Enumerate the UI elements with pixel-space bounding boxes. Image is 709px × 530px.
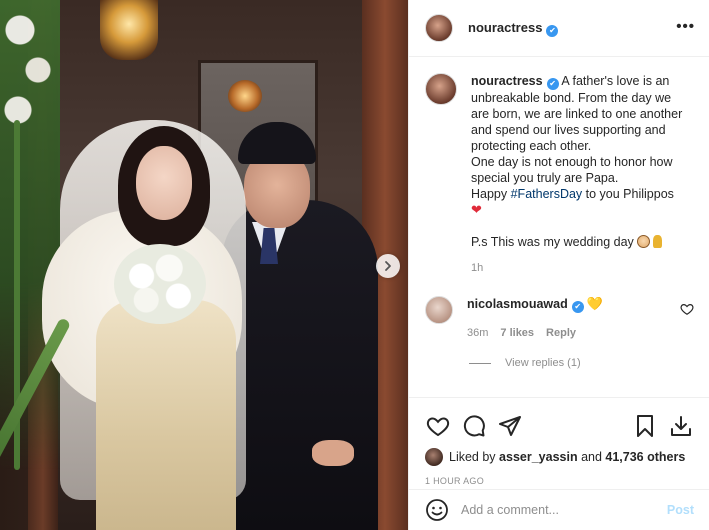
photo-lamp xyxy=(100,0,158,60)
paper-plane-icon xyxy=(499,416,521,436)
post-timestamp[interactable]: 1 HOUR AGO xyxy=(425,476,694,486)
likes-count[interactable]: 41,736 others xyxy=(605,450,685,464)
heart-icon xyxy=(426,417,450,437)
smile-icon[interactable] xyxy=(425,498,449,522)
commenter-avatar[interactable] xyxy=(425,296,453,324)
red-heart-emoji-icon: ❤ xyxy=(471,202,482,217)
hashtag-link[interactable]: #FathersDay xyxy=(511,187,583,201)
caption-line-2: are born, we are linked to one another xyxy=(471,107,683,121)
like-button[interactable] xyxy=(425,413,451,439)
verified-badge-icon: ✔ xyxy=(546,78,559,90)
bookmark-icon xyxy=(637,415,653,437)
caption-line-4: protecting each other. xyxy=(471,139,592,153)
photo-dress xyxy=(96,300,236,530)
caption-time[interactable]: 1h xyxy=(471,260,694,276)
comment: nicolasmouawad ✔ 💛 36m 7 likes Reply xyxy=(425,296,694,339)
comment-icon xyxy=(463,415,485,437)
view-replies-line xyxy=(469,362,491,364)
caption-happy-prefix: Happy xyxy=(471,187,511,201)
add-comment-input[interactable] xyxy=(461,503,667,517)
liker-username[interactable]: asser_yassin xyxy=(499,450,578,464)
caption-line-3: and spend our lives supporting and xyxy=(471,123,666,137)
save-button[interactable] xyxy=(632,413,658,439)
author-avatar[interactable] xyxy=(425,14,453,42)
liked-by: Liked by asser_yassin and 41,736 others xyxy=(425,446,694,468)
bride-emoji-icon xyxy=(636,235,650,248)
photo-groom-hand xyxy=(312,440,354,466)
post-header: nouractress ✔ ••• xyxy=(409,0,709,57)
yellow-heart-emoji-icon: 💛 xyxy=(586,296,603,311)
comment-meta: 36m 7 likes Reply xyxy=(467,327,667,339)
liked-by-prefix: Liked by xyxy=(449,450,496,464)
caption-happy-suffix: to you Philippos xyxy=(582,187,674,201)
download-button[interactable] xyxy=(668,413,694,439)
comment-body: nicolasmouawad ✔ 💛 36m 7 likes Reply xyxy=(467,296,667,339)
liked-by-and: and xyxy=(577,450,606,464)
post-comment-button[interactable]: Post xyxy=(667,503,694,517)
caption-line-0: A father's love is an xyxy=(561,74,670,88)
chevron-right-icon xyxy=(385,261,391,271)
commenter-username[interactable]: nicolasmouawad xyxy=(467,297,568,311)
author-username[interactable]: nouractress ✔ xyxy=(468,20,559,37)
more-options-icon[interactable]: ••• xyxy=(676,18,695,35)
key-emoji-icon xyxy=(652,235,662,248)
caption-line-1: unbreakable bond. From the day we xyxy=(471,91,672,105)
caption-line-5: One day is not enough to honor how xyxy=(471,155,673,169)
comments-section: nouractress ✔ A father's love is an unbre… xyxy=(409,57,709,397)
action-icon-row xyxy=(425,406,694,446)
caption-ps: P.s This was my wedding day xyxy=(471,235,634,249)
next-photo-button[interactable] xyxy=(376,254,400,278)
post-actions: Liked by asser_yassin and 41,736 others … xyxy=(409,397,709,486)
caption: nouractress ✔ A father's love is an unbre… xyxy=(425,73,694,276)
comment-reply-button[interactable]: Reply xyxy=(546,327,576,339)
view-replies-label: View replies (1) xyxy=(505,357,581,369)
caption-username[interactable]: nouractress xyxy=(471,74,543,88)
verified-badge-icon: ✔ xyxy=(571,301,584,313)
liker-avatar[interactable] xyxy=(425,448,443,466)
photo-bouquet xyxy=(114,244,206,324)
share-button[interactable] xyxy=(497,413,523,439)
comment-button[interactable] xyxy=(461,413,487,439)
post-photo[interactable] xyxy=(0,0,408,530)
caption-author-avatar[interactable] xyxy=(425,73,457,105)
comment-likes[interactable]: 7 likes xyxy=(500,327,534,339)
add-comment-bar: Post xyxy=(409,489,709,530)
verified-badge-icon: ✔ xyxy=(546,24,559,37)
comment-time[interactable]: 36m xyxy=(467,327,488,339)
caption-line-6: special you truly are Papa. xyxy=(471,171,619,185)
comment-like-heart-icon[interactable] xyxy=(680,302,694,316)
caption-text: nouractress ✔ A father's love is an unbre… xyxy=(471,73,694,276)
view-replies-button[interactable]: View replies (1) xyxy=(469,357,694,369)
post-sidebar: nouractress ✔ ••• nouractress ✔ A father's… xyxy=(408,0,709,530)
download-icon xyxy=(671,416,691,436)
photo-lamp-small xyxy=(228,80,262,112)
photo-bride-face xyxy=(136,146,192,220)
